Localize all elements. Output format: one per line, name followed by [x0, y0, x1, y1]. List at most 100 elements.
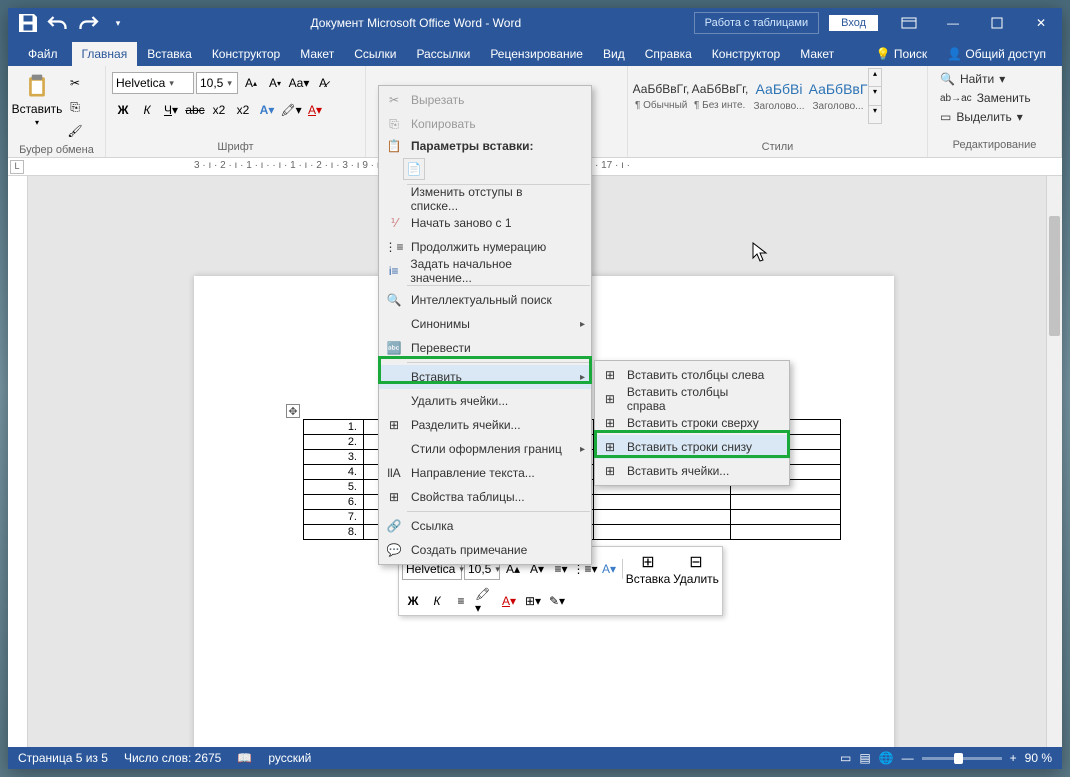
ctx-cut[interactable]: ✂Вырезать — [379, 88, 591, 112]
status-proof-icon[interactable]: 📖 — [237, 751, 252, 765]
mini-highlight-icon[interactable]: 🖍▾ — [474, 590, 496, 612]
mini-insert-button[interactable]: ⊞Вставка — [625, 550, 671, 588]
italic-button[interactable]: К — [136, 99, 158, 121]
styles-gallery[interactable]: АаБбВвГг,¶ Обычный АаБбВвГг,¶ Без инте..… — [632, 68, 882, 124]
ribbon-options-icon[interactable] — [888, 8, 930, 38]
minimize-icon[interactable]: ― — [932, 8, 974, 38]
style-normal[interactable]: АаБбВвГг,¶ Обычный — [632, 68, 690, 124]
tab-layout[interactable]: Макет — [290, 42, 344, 66]
mini-bold-button[interactable]: Ж — [402, 590, 424, 612]
tab-help[interactable]: Справка — [635, 42, 702, 66]
ctx-restart-numbering[interactable]: ⅟Начать заново с 1 — [379, 211, 591, 235]
replace-button[interactable]: ab→acЗаменить — [936, 89, 1035, 107]
gallery-more-icon[interactable]: ▾ — [869, 105, 881, 123]
ctx-new-comment[interactable]: 💬Создать примечание — [379, 538, 591, 562]
mini-borders-icon[interactable]: ⊞▾ — [522, 590, 544, 612]
zoom-slider[interactable] — [922, 757, 1002, 760]
tab-tabletools-layout[interactable]: Макет — [790, 42, 844, 66]
change-case-icon[interactable]: Aa▾ — [288, 72, 310, 94]
sub-insert-cols-right[interactable]: ⊞Вставить столбцы справа — [595, 387, 789, 411]
ctx-text-direction[interactable]: llAНаправление текста... — [379, 461, 591, 485]
scrollbar-thumb[interactable] — [1049, 216, 1060, 336]
tab-review[interactable]: Рецензирование — [480, 42, 593, 66]
underline-button[interactable]: Ч▾ — [160, 99, 182, 121]
superscript-button[interactable]: x2 — [232, 99, 254, 121]
tab-insert[interactable]: Вставка — [137, 42, 202, 66]
font-size-combo[interactable]: 10,5▾ — [196, 72, 238, 94]
table-move-handle[interactable]: ✥ — [286, 404, 300, 418]
ribbon-tabs: Файл Главная Вставка Конструктор Макет С… — [8, 38, 1062, 66]
tab-references[interactable]: Ссылки — [344, 42, 406, 66]
text-effects-icon[interactable]: A▾ — [256, 99, 278, 121]
ctx-split-cells[interactable]: ⊞Разделить ячейки... — [379, 413, 591, 437]
subscript-button[interactable]: x2 — [208, 99, 230, 121]
sub-insert-cols-left[interactable]: ⊞Вставить столбцы слева — [595, 363, 789, 387]
zoom-value[interactable]: 90 % — [1025, 751, 1052, 765]
ctx-table-properties[interactable]: ⊞Свойства таблицы... — [379, 485, 591, 509]
tab-mailings[interactable]: Рассылки — [406, 42, 480, 66]
mini-delete-button[interactable]: ⊟Удалить — [673, 550, 719, 588]
group-font-label: Шрифт — [110, 139, 361, 155]
ctx-delete-cells[interactable]: Удалить ячейки... — [379, 389, 591, 413]
select-button[interactable]: ▭Выделить ▾ — [936, 108, 1027, 126]
tab-view[interactable]: Вид — [593, 42, 635, 66]
highlight-icon[interactable]: 🖍▾ — [280, 99, 302, 121]
view-web-icon[interactable]: 🌐 — [879, 751, 894, 765]
select-icon: ▭ — [940, 110, 951, 124]
style-heading2[interactable]: АаБбВвГЗаголово... — [809, 68, 867, 124]
copy-icon[interactable]: ⎘ — [64, 96, 86, 118]
font-name-combo[interactable]: Helvetica▾ — [112, 72, 194, 94]
grow-font-icon[interactable]: A▴ — [240, 72, 262, 94]
cut-icon[interactable]: ✂ — [64, 72, 86, 94]
status-page[interactable]: Страница 5 из 5 — [18, 751, 108, 765]
strike-button[interactable]: abc — [184, 99, 206, 121]
ctx-smart-lookup[interactable]: 🔍Интеллектуальный поиск — [379, 288, 591, 312]
tab-home[interactable]: Главная — [72, 42, 138, 66]
mini-pen-icon[interactable]: ✎▾ — [546, 590, 568, 612]
paste-keep-source-icon[interactable]: 📄 — [403, 158, 425, 180]
tab-file[interactable]: Файл — [14, 42, 72, 66]
clear-format-icon[interactable]: A̷ — [312, 72, 334, 94]
mini-fontcolor-icon[interactable]: A▾ — [498, 590, 520, 612]
close-icon[interactable]: ✕ — [1020, 8, 1062, 38]
status-lang[interactable]: русский — [268, 751, 311, 765]
mini-styles-icon[interactable]: A▾ — [598, 558, 620, 580]
view-read-icon[interactable]: ▭ — [840, 751, 851, 765]
gallery-down-icon[interactable]: ▾ — [869, 86, 881, 104]
tab-design[interactable]: Конструктор — [202, 42, 290, 66]
view-print-icon[interactable]: ▤ — [859, 751, 870, 765]
zoom-out-icon[interactable]: ― — [902, 751, 914, 765]
ctx-synonyms[interactable]: Синонимы▸ — [379, 312, 591, 336]
find-button[interactable]: 🔍Найти ▾ — [936, 70, 1009, 88]
paste-button[interactable]: Вставить ▾ — [12, 68, 62, 131]
font-color-icon[interactable]: A▾ — [304, 99, 326, 121]
gallery-up-icon[interactable]: ▴ — [869, 69, 881, 86]
zoom-in-icon[interactable]: + — [1010, 751, 1017, 765]
qat-customize-icon[interactable]: ▾ — [106, 11, 130, 35]
ctx-adjust-indents[interactable]: Изменить отступы в списке... — [379, 187, 591, 211]
scrollbar-vertical[interactable] — [1046, 176, 1062, 747]
ctx-copy[interactable]: ⎘Копировать — [379, 112, 591, 136]
ctx-set-value[interactable]: i≡Задать начальное значение... — [379, 259, 591, 283]
mini-underline-icon[interactable]: ≡ — [450, 590, 472, 612]
maximize-icon[interactable] — [976, 8, 1018, 38]
ctx-continue-numbering[interactable]: ⋮≡Продолжить нумерацию — [379, 235, 591, 259]
ctx-link[interactable]: 🔗Ссылка — [379, 514, 591, 538]
format-painter-icon[interactable]: 🖌 — [64, 120, 86, 142]
undo-icon[interactable] — [46, 11, 70, 35]
ruler-vertical[interactable] — [8, 176, 28, 747]
tab-share[interactable]: 👤 Общий доступ — [937, 42, 1056, 66]
style-nospace[interactable]: АаБбВвГг,¶ Без инте... — [691, 68, 749, 124]
status-words[interactable]: Число слов: 2675 — [124, 751, 221, 765]
save-icon[interactable] — [16, 11, 40, 35]
tab-tabletools-design[interactable]: Конструктор — [702, 42, 790, 66]
style-heading1[interactable]: АаБбВіЗаголово... — [750, 68, 808, 124]
ctx-border-styles[interactable]: Стили оформления границ▸ — [379, 437, 591, 461]
mini-italic-button[interactable]: К — [426, 590, 448, 612]
sub-insert-cells[interactable]: ⊞Вставить ячейки... — [595, 459, 789, 483]
redo-icon[interactable] — [76, 11, 100, 35]
bold-button[interactable]: Ж — [112, 99, 134, 121]
shrink-font-icon[interactable]: A▾ — [264, 72, 286, 94]
login-button[interactable]: Вход — [829, 15, 878, 31]
tab-search[interactable]: 💡 Поиск — [866, 42, 938, 66]
